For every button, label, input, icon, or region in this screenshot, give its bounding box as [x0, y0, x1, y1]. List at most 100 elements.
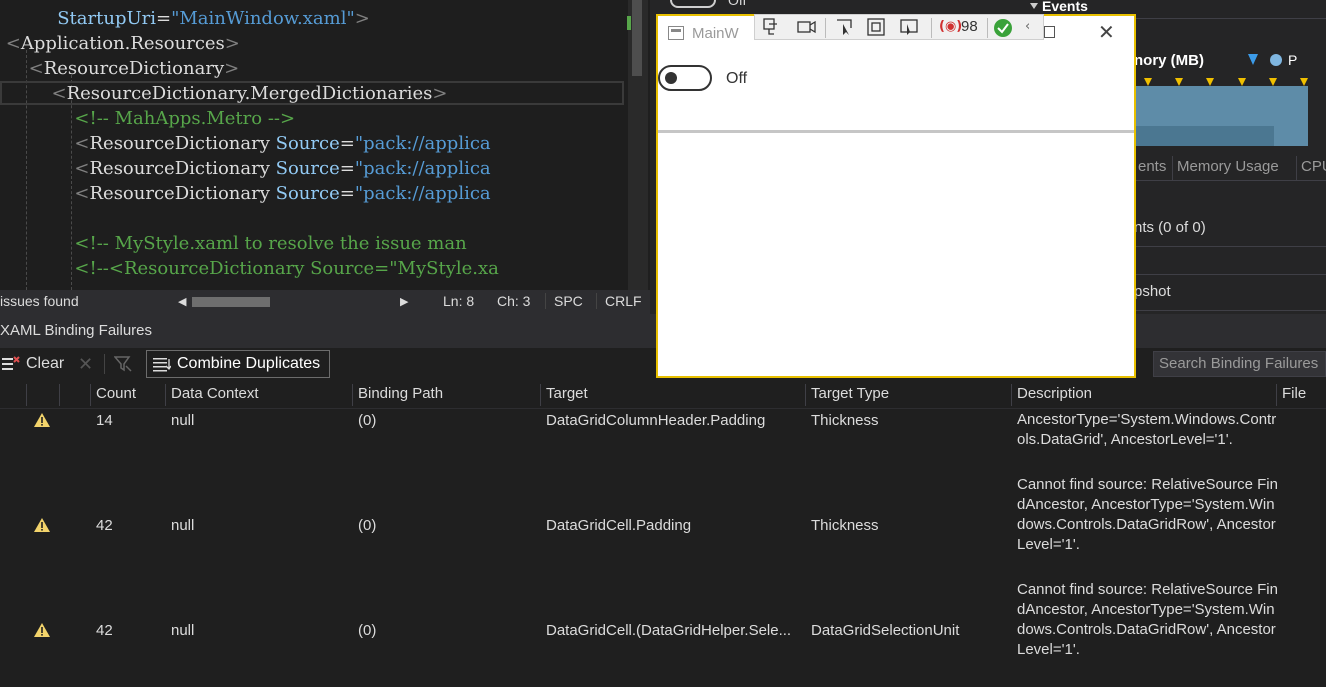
cell-target: DataGridCell.Padding [546, 517, 692, 534]
header-data-context[interactable]: Data Context [171, 385, 259, 402]
cell-binding-path: (0) [358, 412, 377, 429]
code-token: "pack://applica [354, 158, 491, 179]
cell-count: 42 [96, 622, 113, 639]
divider [1134, 246, 1326, 247]
behind-toggle [670, 0, 716, 8]
code-token: <!-- MyStyle.xaml to resolve the issue m… [74, 233, 467, 254]
gc-marker-icon [1238, 78, 1246, 86]
behind-toggle-label: Off [728, 0, 747, 8]
scroll-right-icon[interactable]: ▶ [400, 295, 408, 308]
memory-chart-lower [1134, 126, 1274, 146]
display-layout-adorners-icon[interactable] [867, 18, 887, 36]
hot-reload-ok-icon[interactable] [993, 18, 1013, 37]
divider [1134, 18, 1326, 19]
divider [1134, 274, 1326, 275]
column-separator [805, 384, 806, 406]
take-snapshot-button[interactable]: pshot [1134, 283, 1171, 300]
code-token: StartupUri [57, 8, 156, 29]
code-line[interactable]: <ResourceDictionary Source="pack://appli… [0, 131, 490, 156]
code-token: = [339, 183, 355, 204]
code-token: "pack://applica [354, 183, 491, 204]
column-separator [540, 384, 541, 406]
go-to-live-visual-tree-icon[interactable] [763, 18, 781, 36]
cell-description: Cannot find source: RelativeSource FindA… [1017, 581, 1278, 658]
xaml-runtime-toolbar: (◉) 98 ‹ [754, 14, 1044, 40]
column-number[interactable]: Ch: 3 [497, 293, 530, 309]
header-target-type[interactable]: Target Type [811, 385, 889, 402]
code-token: > [224, 33, 240, 54]
code-token: Source [275, 133, 340, 154]
line-ending-indicator[interactable]: CRLF [596, 293, 642, 309]
close-icon[interactable]: ✕ [78, 348, 93, 380]
header-binding-path[interactable]: Binding Path [358, 385, 443, 402]
code-line[interactable]: <ResourceDictionary> [0, 56, 240, 81]
clear-all-icon[interactable] [2, 348, 20, 380]
header-file[interactable]: File [1282, 385, 1306, 402]
scroll-left-icon[interactable]: ◀ [178, 295, 186, 308]
code-token: > [432, 83, 448, 104]
header-description[interactable]: Description [1017, 385, 1092, 402]
cell-data-context: null [171, 517, 195, 534]
code-token: Source [275, 183, 340, 204]
code-token: ResourceDictionary [89, 133, 276, 154]
toggle-knob [665, 72, 677, 84]
close-window-icon[interactable]: ✕ [1098, 22, 1115, 42]
tab-events[interactable]: ents [1134, 156, 1166, 180]
xaml-code-editor[interactable]: StartupUri="MainWindow.xaml"> <Applicati… [0, 0, 628, 290]
filter-icon[interactable] [113, 348, 132, 380]
code-token: <!--<ResourceDictionary Source="MyStyle.… [74, 258, 499, 279]
combine-duplicates-button[interactable]: Combine Duplicates [146, 350, 330, 378]
header-count[interactable]: Count [96, 385, 136, 402]
maximize-icon[interactable] [1044, 26, 1055, 38]
gc-marker-icon [1269, 78, 1277, 86]
code-line[interactable]: <ResourceDictionary Source="pack://appli… [0, 156, 491, 181]
issues-status[interactable]: issues found [0, 293, 79, 309]
collapse-toolbar-icon[interactable]: ‹ [1025, 18, 1030, 36]
select-element-icon[interactable] [835, 18, 855, 36]
column-separator [1276, 384, 1277, 406]
code-line[interactable]: <Application.Resources> [0, 31, 240, 56]
binding-failures-icon[interactable]: (◉) [939, 18, 962, 36]
gc-marker-icon [1175, 78, 1183, 86]
column-separator [90, 384, 91, 406]
divider [1134, 180, 1326, 181]
cell-count: 42 [96, 517, 113, 534]
code-token: "MainWindow.xaml" [171, 8, 355, 29]
toolbar-divider [987, 18, 988, 38]
code-line[interactable]: <ResourceDictionary.MergedDictionaries> [0, 81, 448, 106]
track-focus-icon[interactable] [899, 18, 921, 36]
code-line[interactable]: <ResourceDictionary Source="pack://appli… [0, 181, 491, 206]
toggle-switch[interactable] [658, 65, 712, 91]
main-window[interactable]: MainW ✕ Off [656, 14, 1136, 378]
camera-icon[interactable] [797, 18, 817, 36]
cell-target: DataGridColumnHeader.Padding [546, 412, 766, 429]
code-token: Source [275, 158, 340, 179]
toggle-label: Off [726, 70, 748, 87]
cell-target-type: DataGridSelectionUnit [811, 622, 960, 639]
code-token: < [74, 133, 90, 154]
code-line[interactable]: <!--<ResourceDictionary Source="MyStyle.… [0, 256, 499, 281]
header-target[interactable]: Target [546, 385, 588, 402]
code-token: > [224, 58, 240, 79]
tab-memory-usage[interactable]: Memory Usage [1172, 156, 1279, 180]
code-line[interactable]: <!-- MyStyle.xaml to resolve the issue m… [0, 231, 467, 256]
column-separator [26, 384, 27, 406]
code-token: < [5, 33, 21, 54]
editor-scroll-thumb[interactable] [632, 0, 642, 76]
tab-cpu[interactable]: CPU [1296, 156, 1326, 180]
toolbar-divider [825, 18, 826, 38]
code-line[interactable]: StartupUri="MainWindow.xaml"> [0, 6, 370, 31]
cell-data-context: null [171, 622, 195, 639]
code-line[interactable]: <!-- MahApps.Metro --> [0, 106, 295, 131]
events-header[interactable]: Events [1042, 0, 1088, 14]
binding-failures-count[interactable]: 98 [961, 18, 978, 36]
clear-button[interactable]: Clear [26, 348, 64, 380]
horizontal-scroll-thumb[interactable] [192, 297, 270, 307]
code-token: <!-- MahApps.Metro --> [74, 108, 296, 129]
collapse-arrow-icon[interactable] [1030, 3, 1038, 9]
spacing-indicator[interactable]: SPC [545, 293, 583, 309]
header-divider [0, 408, 1326, 409]
search-binding-failures-input[interactable]: Search Binding Failures [1153, 351, 1326, 377]
code-token: = [156, 8, 172, 29]
line-number[interactable]: Ln: 8 [443, 293, 474, 309]
